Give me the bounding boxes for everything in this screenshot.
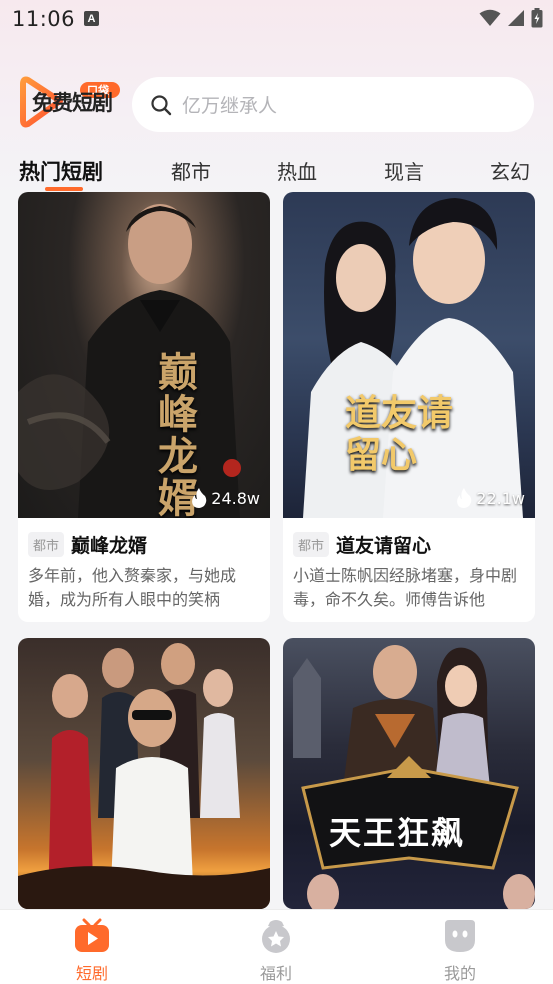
drama-poster: 巅峰龙婿 24.8w (18, 192, 270, 518)
app-logo: 口袋 免费短剧 (20, 74, 124, 132)
nav-label: 短剧 (75, 964, 108, 983)
fire-icon (192, 488, 207, 508)
genre-tag: 都市 (293, 531, 330, 557)
nav-item-shorts[interactable]: 短剧 (52, 918, 132, 984)
search-bar[interactable]: 亿万继承人 (132, 77, 534, 132)
bottom-navigation: 短剧 福利 我的 (0, 909, 553, 984)
nav-label: 福利 (259, 964, 292, 983)
drama-description: 小道士陈帆因经脉堵塞，身中剧毒，命不久矣。师傅告诉他 (293, 566, 518, 609)
status-indicators (479, 8, 543, 28)
tab-romance[interactable]: 现言 (384, 156, 424, 185)
drama-card[interactable]: 天王狂飙 (283, 638, 535, 909)
poster-art (18, 643, 270, 909)
view-count-value: 24.8w (211, 488, 260, 508)
nav-label: 我的 (443, 964, 476, 983)
drama-description: 多年前，他入赘秦家，与她成婚，成为所有人眼中的笑柄 (28, 566, 237, 609)
nav-item-profile[interactable]: 我的 (420, 918, 500, 984)
search-icon (151, 94, 172, 115)
drama-poster (18, 638, 270, 909)
genre-tag: 都市 (28, 531, 65, 557)
profile-icon (445, 920, 475, 952)
view-count-value: 22.1w (476, 488, 525, 508)
drama-title: 道友请留心 (336, 534, 432, 557)
view-count: 22.1w (456, 488, 525, 508)
status-time: 11:06 (12, 7, 76, 31)
drama-poster: 道友请留心 22.1w (283, 192, 535, 518)
drama-card[interactable] (18, 638, 270, 909)
view-count: 24.8w (191, 488, 260, 508)
status-bar: 11:06 A (0, 0, 553, 38)
tab-hot[interactable]: 热门短剧 (19, 156, 103, 186)
star-badge-icon (262, 920, 290, 953)
notification-icon: A (84, 11, 99, 26)
fire-icon (457, 488, 472, 508)
drama-poster: 天王狂飙 (283, 638, 535, 909)
play-tv-icon (75, 918, 109, 952)
tab-urban[interactable]: 都市 (171, 156, 211, 185)
poster-art (293, 645, 535, 909)
drama-card[interactable]: 道友请留心 22.1w 都市 道友请留心 小道士陈帆因经脉堵塞，身中剧毒，命不久… (283, 192, 535, 622)
poster-art (18, 204, 241, 518)
category-tabs: 热门短剧 都市 热血 现言 玄幻 (0, 152, 553, 192)
logo-text: 免费短剧 (32, 91, 113, 115)
wifi-icon (479, 9, 501, 26)
battery-icon (531, 8, 543, 28)
drama-title: 巅峰龙婿 (71, 534, 148, 557)
poster-title: 道友请留心 (345, 392, 454, 476)
tab-active-indicator (45, 187, 83, 191)
tab-action[interactable]: 热血 (277, 156, 317, 185)
nav-item-welfare[interactable]: 福利 (236, 918, 316, 984)
signal-icon (508, 10, 524, 26)
drama-card[interactable]: 巅峰龙婿 24.8w 都市 巅峰龙婿 多年前，他入赘秦家，与她成婚，成为所有人眼… (18, 192, 270, 622)
tab-fantasy[interactable]: 玄幻 (490, 156, 530, 185)
search-placeholder: 亿万继承人 (182, 95, 278, 117)
poster-title: 天王狂飙 (329, 814, 466, 852)
